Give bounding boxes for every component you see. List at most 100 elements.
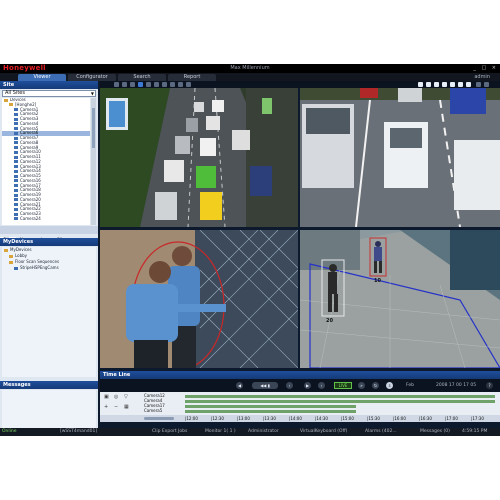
camera-icon (14, 117, 18, 121)
messages-list (2, 390, 96, 428)
timeline-recording-track[interactable] (185, 404, 356, 408)
site-select[interactable]: All Sites ▼ (2, 90, 96, 97)
layout-16-icon[interactable] (442, 82, 447, 87)
speed-value: Feb (406, 383, 414, 388)
status-bar: Online [wSST4mand01] Clip Export Jobs Monit… (0, 428, 500, 436)
camera-view-corridor-tracking[interactable]: 10 20 (300, 230, 500, 368)
search-icon[interactable]: ◎ (114, 394, 118, 400)
prev-frame-button[interactable]: ‹ (286, 382, 293, 389)
layout-tall-icon[interactable] (466, 82, 471, 87)
ptz-icon[interactable] (146, 82, 151, 87)
timeline-header: Time Line (100, 371, 500, 379)
tab-configurator[interactable]: Configurator (68, 74, 116, 81)
timeline-controls: ◀ ◀◀ ▮ ‹ ▶ › LIVE » ↻ ⇩ Feb 2008 17 00 1… (100, 379, 500, 392)
next-frame-button[interactable]: › (318, 382, 325, 389)
scrollbar-thumb[interactable] (92, 108, 95, 148)
tab-search[interactable]: Search (118, 74, 166, 81)
camera-icon (14, 184, 18, 187)
timeline-recording-track[interactable] (185, 409, 356, 413)
camera-icon (14, 122, 18, 126)
window-controls[interactable]: _ □ × (473, 65, 498, 71)
camera-view-traffic-overhead[interactable] (100, 88, 298, 227)
timeline-zoom-slider[interactable] (144, 417, 174, 420)
folder-icon (9, 103, 13, 107)
filter-icon[interactable]: ▽ (124, 394, 128, 400)
snapshot-icon[interactable] (122, 82, 127, 87)
live-button[interactable]: LIVE (334, 382, 352, 389)
folder-icon (4, 248, 8, 252)
tree-node[interactable]: StripeHSPEngCams (2, 265, 96, 271)
zoom-in-icon[interactable]: + (104, 404, 108, 410)
camera-icon (14, 165, 18, 168)
tree-node-label: Camera24 (20, 215, 41, 221)
chevron-down-icon: ▼ (90, 91, 94, 96)
audio-icon[interactable] (154, 82, 159, 87)
timeline-tick: |14:30 (315, 416, 328, 421)
export-clip-button[interactable]: ⇩ (386, 382, 393, 389)
help-icon[interactable]: ? (486, 382, 493, 389)
status-item: VirtualKeyboard (Off) (300, 429, 348, 434)
corridor-tracking-image (300, 230, 500, 368)
site-panel-header: Site (0, 81, 98, 89)
timeline-tick: |13:00 (237, 416, 250, 421)
camera-icon (14, 127, 18, 130)
step-back-button[interactable]: ◀◀ ▮ (252, 382, 278, 389)
layout-4-icon[interactable] (426, 82, 431, 87)
window-title: Max Millennium (230, 65, 270, 71)
camera-icon (14, 207, 18, 211)
video-toolbar (100, 81, 500, 88)
camera-icon (14, 212, 18, 216)
site-tree-scrollbar[interactable] (91, 98, 96, 225)
title-bar: Honeywell Max Millennium _ □ × (0, 64, 500, 73)
timeline-tick: |13:30 (263, 416, 276, 421)
layout-custom-icon[interactable] (450, 82, 455, 87)
layout-wide-icon[interactable] (458, 82, 463, 87)
fullscreen-icon[interactable] (476, 82, 481, 87)
camera-icon (14, 266, 18, 270)
layout-1-icon[interactable] (418, 82, 423, 87)
tab-report[interactable]: Report (168, 74, 216, 81)
zoom-icon[interactable] (130, 82, 135, 87)
timeline-tick: |16:30 (419, 416, 432, 421)
loop-button[interactable]: ↻ (372, 382, 379, 389)
viewer-application: Honeywell Max Millennium _ □ × Viewer Co… (0, 64, 500, 436)
fast-forward-button[interactable]: » (358, 382, 365, 389)
timeline-tick: |15:30 (367, 416, 380, 421)
settings-icon[interactable] (162, 82, 167, 87)
export-icon[interactable] (170, 82, 175, 87)
sequence-icon[interactable] (178, 82, 183, 87)
tab-viewer[interactable]: Viewer (18, 74, 66, 81)
camera-icon (14, 193, 18, 197)
close-view-icon[interactable] (484, 82, 489, 87)
traffic-overhead-image (100, 88, 298, 227)
folder-icon (9, 254, 13, 258)
camera-view-fence-guards[interactable] (100, 230, 298, 368)
timeline-recording-track[interactable] (185, 399, 495, 403)
status-online: Online (2, 429, 17, 434)
layout-9-icon[interactable] (434, 82, 439, 87)
timeline-axis: |12:00 |12:30 |13:00 |13:30 |14:00 |14:30 |15:… (100, 415, 500, 422)
timeline-tick: |17:30 (471, 416, 484, 421)
camera-icon (14, 150, 18, 154)
tree-node-label: Lobby (15, 253, 28, 258)
camera-icon[interactable] (138, 82, 143, 87)
zoom-out-icon[interactable]: − (114, 404, 118, 410)
rewind-button[interactable]: ◀ (236, 382, 243, 389)
status-item: Messages (0) (420, 429, 450, 434)
camera-icon (14, 188, 18, 192)
camera-view-highway-traffic[interactable] (300, 88, 500, 227)
timeline-row-label[interactable]: Camera5 (144, 409, 162, 413)
camera-icon (14, 179, 18, 183)
timeline-recording-track[interactable] (185, 394, 495, 398)
record-icon[interactable] (114, 82, 119, 87)
calendar-icon[interactable]: ▦ (124, 404, 129, 410)
camera-icon (14, 169, 18, 173)
camera-icon (14, 203, 18, 206)
tree-node[interactable]: Camera24 (2, 215, 90, 222)
camera-icon[interactable]: ▣ (104, 394, 109, 400)
play-button[interactable]: ▶ (304, 382, 311, 389)
preset-icon[interactable] (186, 82, 191, 87)
camera-icon (14, 217, 18, 221)
highway-traffic-image (300, 88, 500, 227)
camera-icon (14, 131, 18, 135)
